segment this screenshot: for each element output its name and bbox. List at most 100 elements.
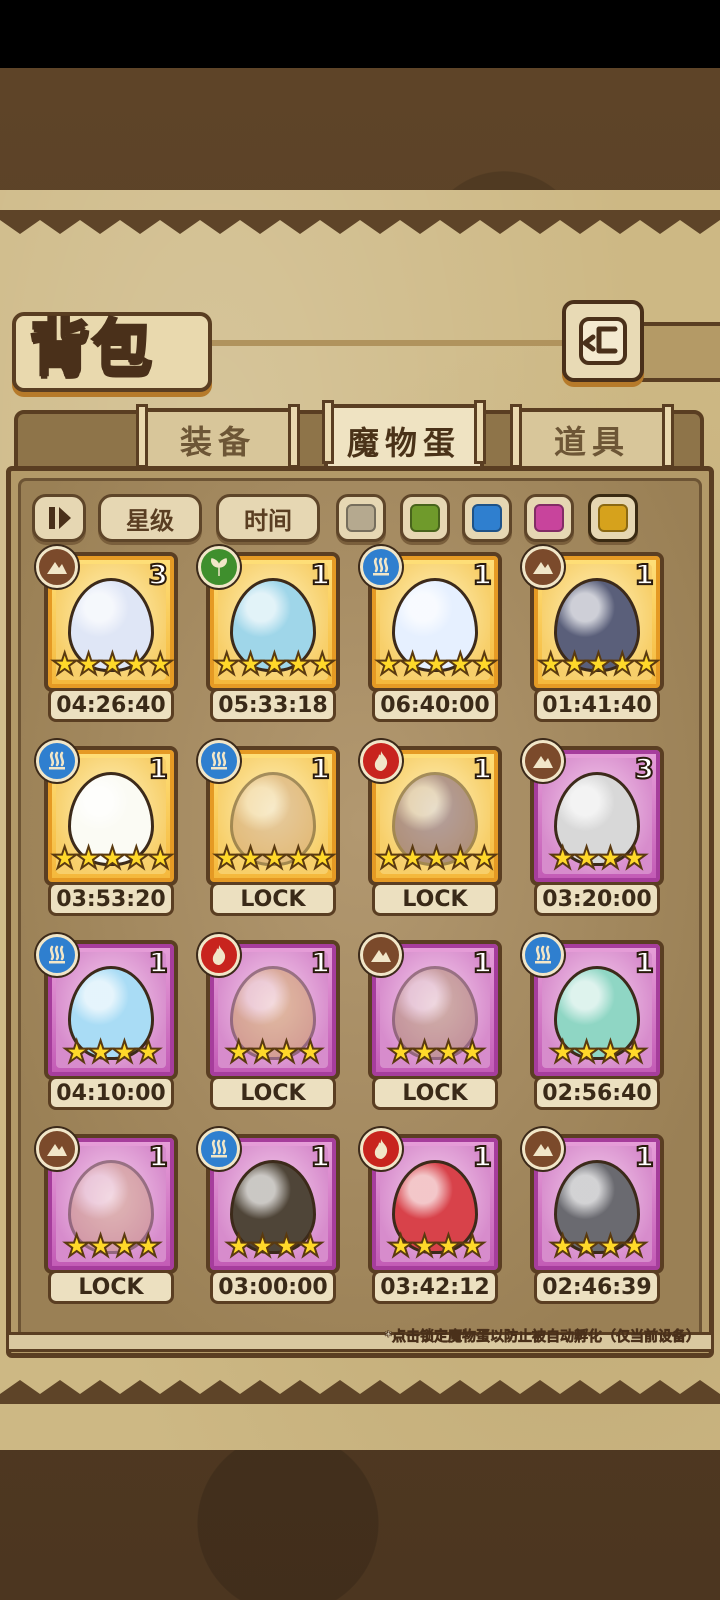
star-rating: ★★★★ [62, 1035, 163, 1071]
hatch-timer: 03:00:00 [210, 1270, 336, 1304]
hatch-timer: 04:10:00 [48, 1076, 174, 1110]
sort-by-time-button[interactable]: 时间 [216, 494, 320, 542]
color-swatch [346, 504, 376, 532]
star-rating: ★★★★★ [212, 841, 336, 877]
color-filter-gold[interactable] [588, 494, 638, 542]
lock-label: LOCK [210, 1076, 336, 1110]
sort-order-button[interactable] [32, 494, 86, 542]
tab-label: 魔物蛋 [346, 424, 461, 462]
lock-hint-text: *点击锁定魔物蛋以防止被自动孵化（仅当前设备） [384, 1329, 700, 1346]
sort-order-icon [49, 507, 71, 529]
earth-element-icon [522, 1128, 564, 1170]
back-arrow-icon [579, 317, 627, 365]
earth-element-icon [522, 546, 564, 588]
star-rating: ★★★★★ [374, 841, 498, 877]
earth-element-icon [36, 1128, 78, 1170]
egg-card[interactable]: 1 ★★★★★ 06:40:00 [360, 546, 502, 732]
tab-equipment[interactable]: 装备 [136, 404, 300, 468]
star-rating: ★★★★ [386, 1035, 487, 1071]
egg-count: 1 [633, 945, 655, 980]
star-rating: ★★★★★ [50, 841, 174, 877]
egg-card[interactable]: 3 ★★★★ 03:20:00 [522, 740, 664, 926]
water-element-icon [522, 934, 564, 976]
star-rating: ★★★★★ [374, 647, 498, 683]
star-rating: ★★★★ [224, 1035, 325, 1071]
egg-card[interactable]: 1 ★★★★★ LOCK [360, 740, 502, 926]
lock-label: LOCK [372, 1076, 498, 1110]
egg-count: 1 [633, 1139, 655, 1174]
egg-count: 1 [471, 945, 493, 980]
star-rating: ★★★★ [548, 1229, 649, 1265]
egg-count: 1 [147, 1139, 169, 1174]
egg-card[interactable]: 1 ★★★★ LOCK [36, 1128, 178, 1314]
hatch-timer: 05:33:18 [210, 688, 336, 722]
hatch-timer: 06:40:00 [372, 688, 498, 722]
zigzag-border-top [0, 210, 720, 234]
fire-element-icon [360, 740, 402, 782]
egg-card[interactable]: 1 ★★★★ 03:00:00 [198, 1128, 340, 1314]
egg-count: 1 [309, 1139, 331, 1174]
hatch-timer: 02:46:39 [534, 1270, 660, 1304]
back-button[interactable] [562, 300, 644, 382]
egg-card[interactable]: 3 ★★★★★ 04:26:40 [36, 546, 178, 732]
color-swatch [534, 504, 564, 532]
tab-label: 装备 [179, 423, 256, 461]
lock-label: LOCK [372, 882, 498, 916]
star-rating: ★★★★ [548, 1035, 649, 1071]
egg-count: 1 [147, 751, 169, 786]
color-swatch [472, 504, 502, 532]
page-title: 背包 [29, 313, 154, 386]
grass-element-icon [198, 546, 240, 588]
star-rating: ★★★★ [386, 1229, 487, 1265]
water-element-icon [198, 740, 240, 782]
tab-label: 道具 [553, 423, 630, 461]
star-rating: ★★★★★ [50, 647, 174, 683]
tab-items[interactable]: 道具 [510, 404, 674, 468]
sort-by-stars-button[interactable]: 星级 [98, 494, 202, 542]
tab-post [474, 400, 486, 464]
egg-card[interactable]: 1 ★★★★★ 03:53:20 [36, 740, 178, 926]
egg-card[interactable]: 1 ★★★★★ LOCK [198, 740, 340, 926]
lock-label: LOCK [48, 1270, 174, 1304]
color-filter-pink[interactable] [524, 494, 574, 542]
egg-card[interactable]: 1 ★★★★ LOCK [360, 934, 502, 1120]
fire-element-icon [198, 934, 240, 976]
star-rating: ★★★★ [62, 1229, 163, 1265]
egg-count: 1 [471, 557, 493, 592]
color-swatch [410, 504, 440, 532]
color-swatch [598, 504, 628, 532]
tab-monster-eggs[interactable]: 魔物蛋 [322, 400, 486, 474]
color-filter-gray[interactable] [336, 494, 386, 542]
tab-post [288, 404, 300, 468]
egg-card[interactable]: 1 ★★★★★ 01:41:40 [522, 546, 664, 732]
egg-count: 1 [309, 557, 331, 592]
earth-element-icon [36, 546, 78, 588]
status-bar [0, 0, 720, 68]
egg-card[interactable]: 1 ★★★★ 02:56:40 [522, 934, 664, 1120]
hatch-timer: 01:41:40 [534, 688, 660, 722]
tab-post [510, 404, 522, 468]
earth-element-icon [522, 740, 564, 782]
egg-count: 1 [471, 751, 493, 786]
egg-card[interactable]: 1 ★★★★ LOCK [198, 934, 340, 1120]
water-element-icon [36, 934, 78, 976]
water-element-icon [198, 1128, 240, 1170]
star-rating: ★★★★ [224, 1229, 325, 1265]
egg-card[interactable]: 1 ★★★★ 04:10:00 [36, 934, 178, 1120]
egg-card[interactable]: 1 ★★★★★ 05:33:18 [198, 546, 340, 732]
color-filter-blue[interactable] [462, 494, 512, 542]
egg-card[interactable]: 1 ★★★★ 03:42:12 [360, 1128, 502, 1314]
tab-post [136, 404, 148, 468]
egg-card[interactable]: 1 ★★★★ 02:46:39 [522, 1128, 664, 1314]
egg-count: 1 [147, 945, 169, 980]
color-filter-green[interactable] [400, 494, 450, 542]
egg-count: 3 [633, 751, 655, 786]
hatch-timer: 03:42:12 [372, 1270, 498, 1304]
egg-count: 1 [471, 1139, 493, 1174]
egg-count: 1 [633, 557, 655, 592]
star-rating: ★★★★ [548, 841, 649, 877]
water-element-icon [36, 740, 78, 782]
star-rating: ★★★★★ [536, 647, 660, 683]
hatch-timer: 02:56:40 [534, 1076, 660, 1110]
hatch-timer: 03:20:00 [534, 882, 660, 916]
